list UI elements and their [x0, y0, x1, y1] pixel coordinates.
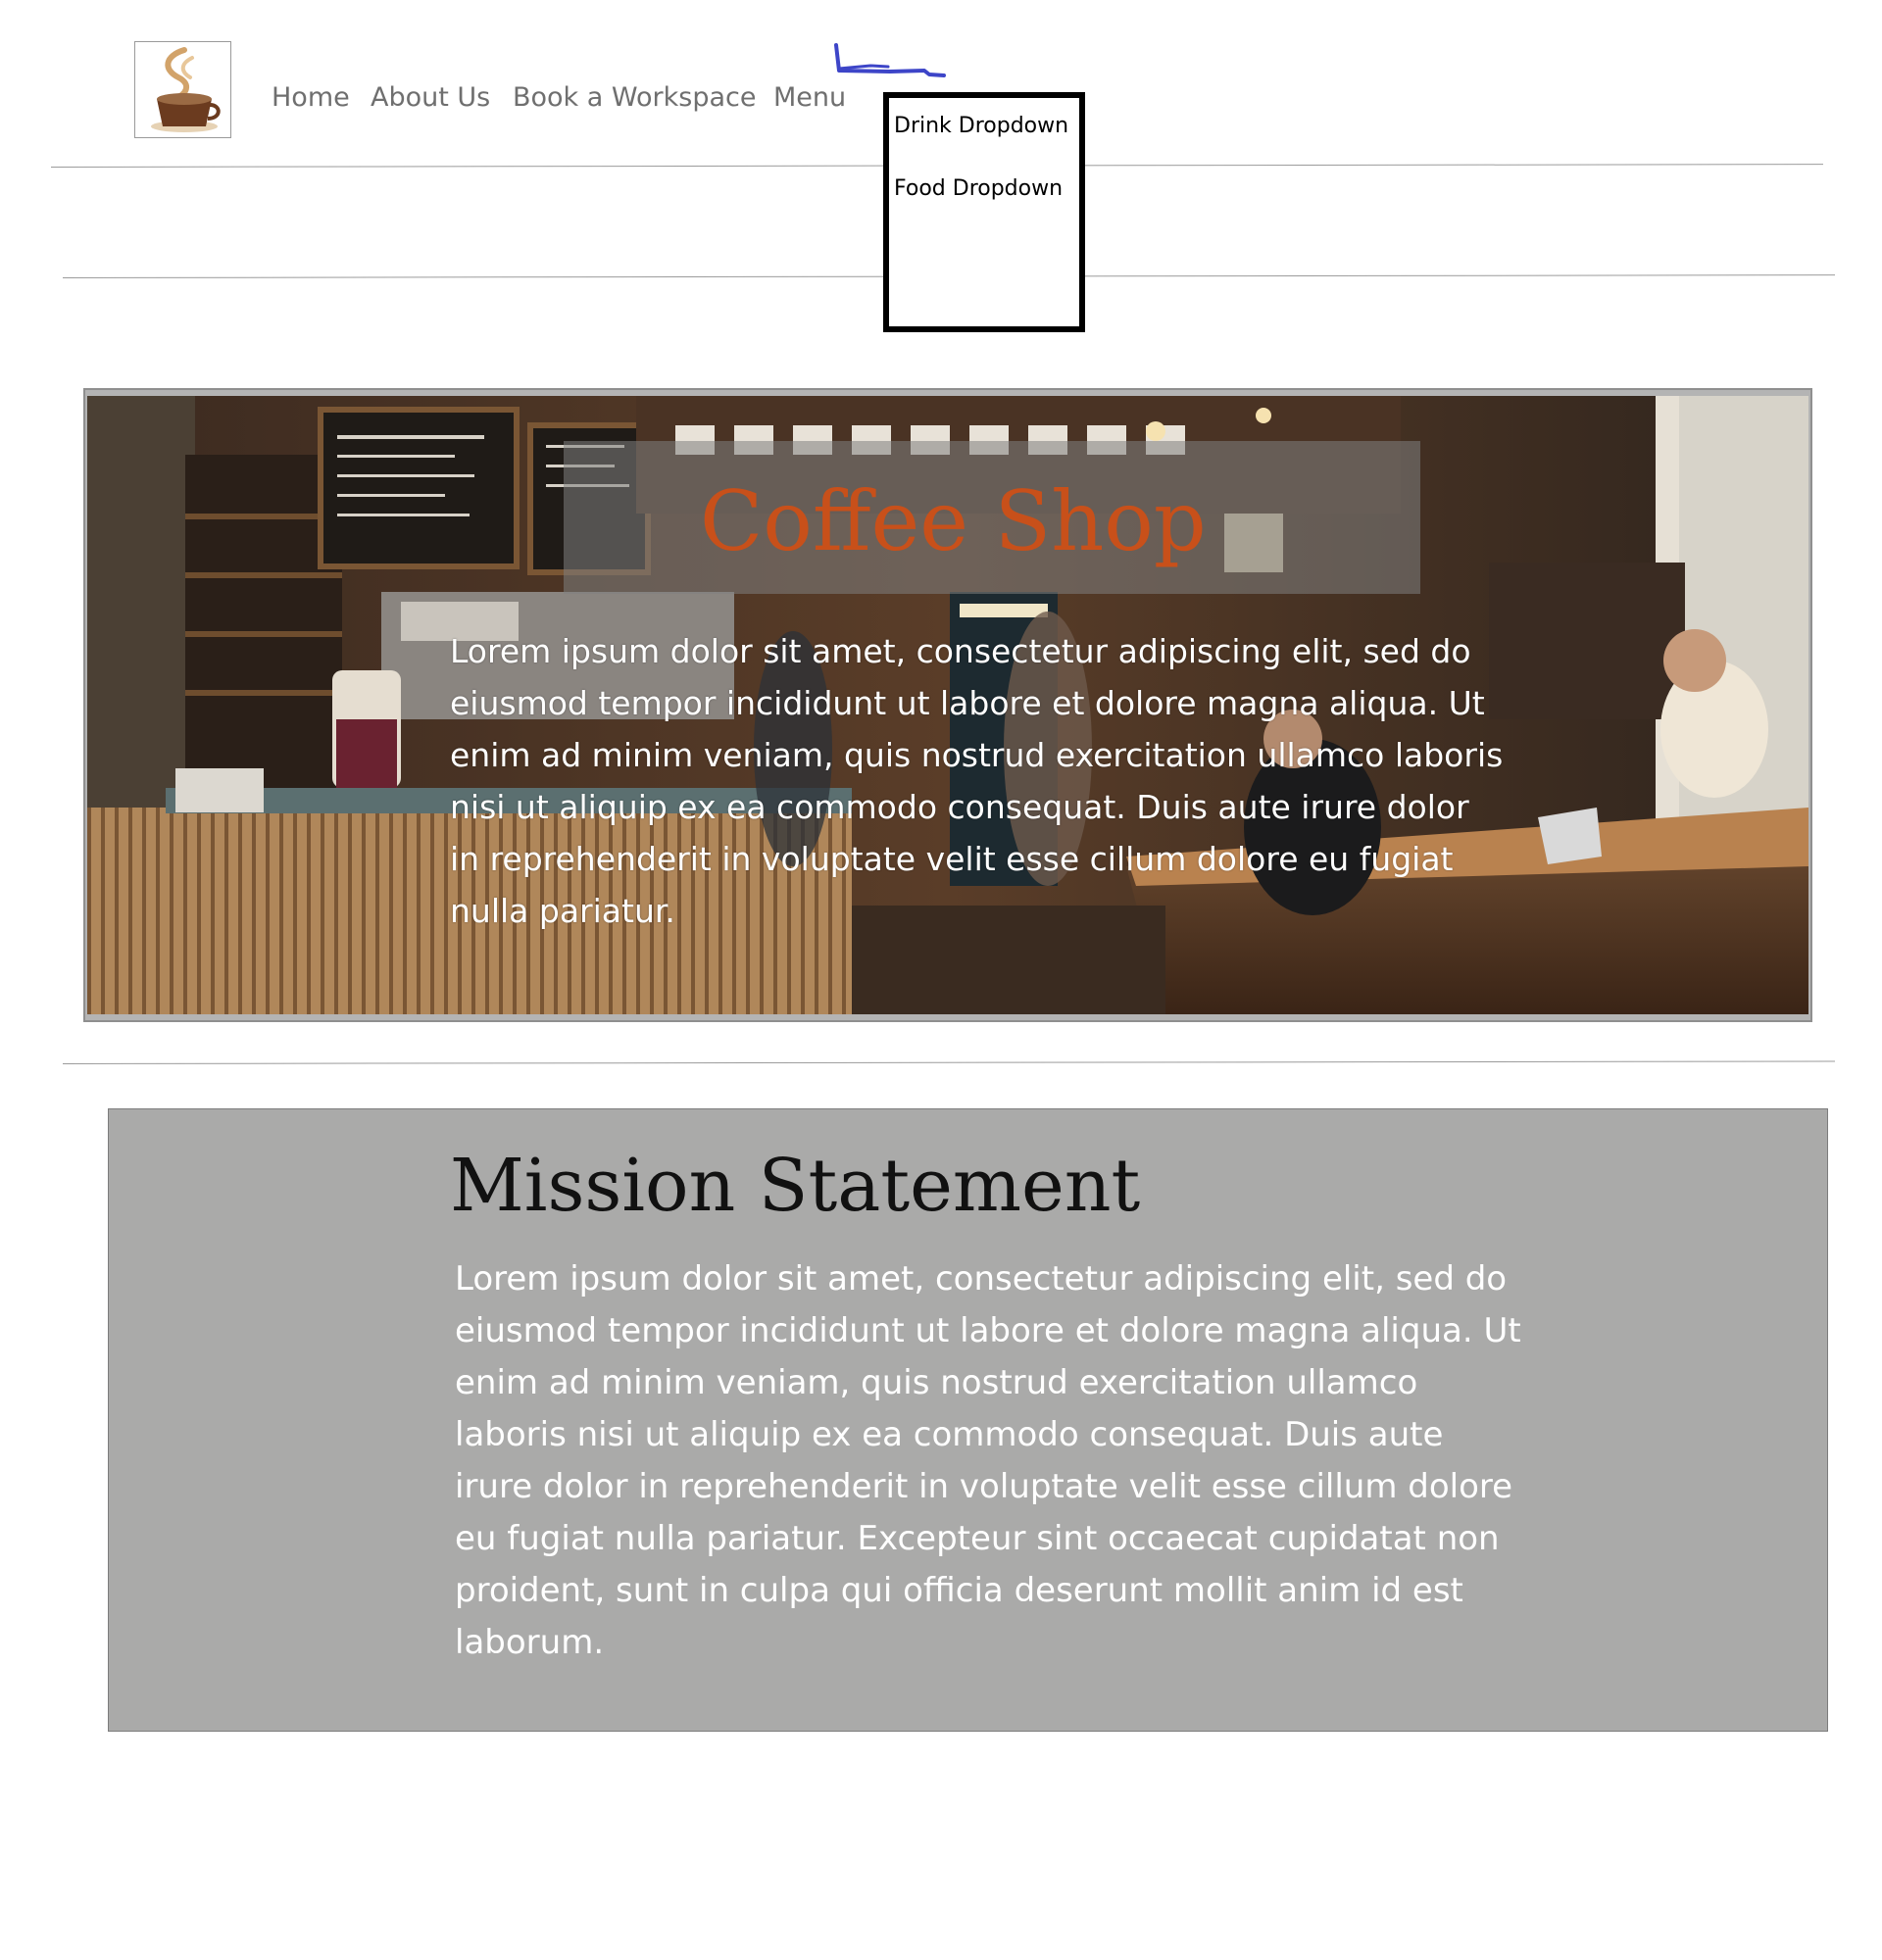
food-dropdown-item[interactable]: Food Dropdown — [894, 174, 1063, 204]
pen-scribble-icon — [831, 39, 949, 87]
hero-banner: Coffee Shop Lorem ipsum dolor sit amet, … — [83, 388, 1812, 1022]
nav-about-link[interactable]: About Us — [371, 78, 490, 118]
menu-dropdown: Drink Dropdown Food Dropdown — [883, 92, 1085, 332]
drink-dropdown-item[interactable]: Drink Dropdown — [894, 112, 1068, 141]
mission-description: Lorem ipsum dolor sit amet, consectetur … — [455, 1259, 1521, 1662]
nav-home-link[interactable]: Home — [272, 78, 350, 118]
divider-line — [62, 1060, 1835, 1064]
nav-book-workspace-link[interactable]: Book a Workspace — [513, 78, 756, 118]
mission-panel: Mission Statement Lorem ipsum dolor sit … — [108, 1108, 1828, 1732]
hero-title: Coffee Shop — [700, 473, 1207, 569]
coffee-cup-logo-icon[interactable] — [134, 41, 231, 138]
hero-description: Lorem ipsum dolor sit amet, consectetur … — [450, 632, 1504, 930]
mission-title: Mission Statement — [450, 1144, 1141, 1228]
